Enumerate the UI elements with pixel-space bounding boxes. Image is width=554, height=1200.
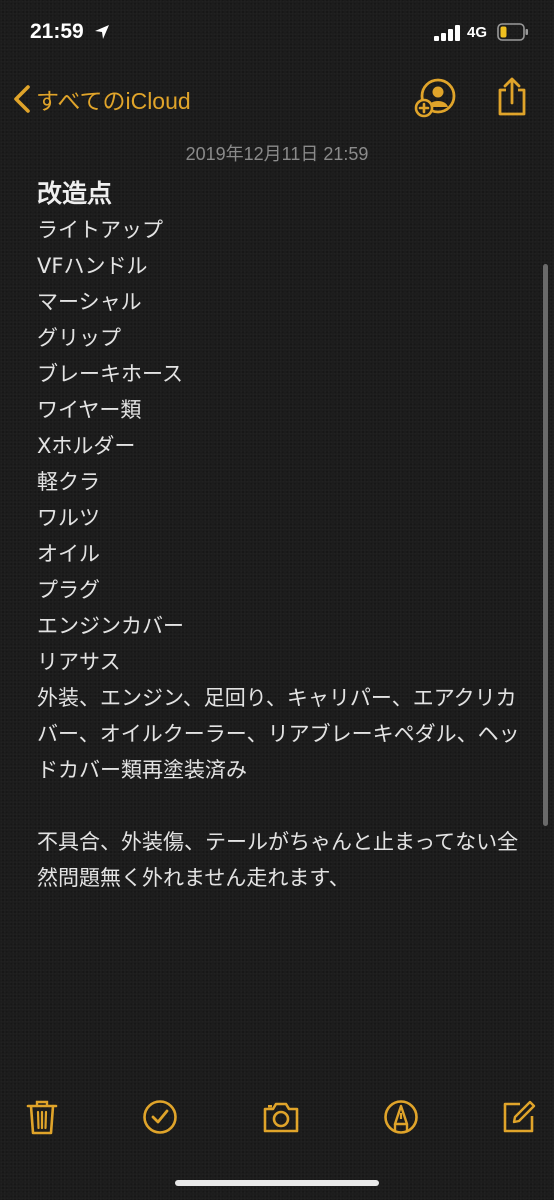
note-line: リアサス [37,650,121,674]
note-list: ライトアップ VFハンドル マーシャル グリップ ブレーキホース ワイヤー類 X… [37,212,527,680]
note-body[interactable]: 改造点 ライトアップ VFハンドル マーシャル グリップ ブレーキホース ワイヤ… [37,176,527,896]
chevron-left-icon [14,85,30,113]
status-time: 21:59 [30,20,84,43]
note-title: 改造点 [37,179,113,208]
back-label: すべてのiCloud [36,88,191,114]
location-arrow-icon [95,25,109,39]
note-line: マーシャル [37,290,142,314]
compose-icon[interactable] [500,1098,538,1136]
home-indicator[interactable] [175,1180,379,1186]
trash-icon[interactable] [23,1098,61,1136]
battery-low-icon [497,23,528,41]
note-line: プラグ [37,578,100,602]
nav-bar: すべてのiCloud [0,70,554,126]
checkmark-circle-icon[interactable] [141,1098,179,1136]
note-line: ワルツ [37,506,100,530]
note-paragraph-repaint: 外装、エンジン、足回り、キャリパー、エアクリカバー、オイルクーラー、リアブレーキ… [37,686,520,782]
cellular-signal-icon [434,25,460,41]
note-line: ライトアップ [37,218,163,242]
note-line: 軽クラ [37,470,100,494]
pen-tip-icon[interactable] [382,1098,420,1136]
note-timestamp: 2019年12月11日 21:59 [185,144,369,164]
note-paragraph-issues: 不具合、外装傷、テールがちゃんと止まってない全然問題無く外れません走れます、 [37,830,519,890]
camera-icon[interactable] [261,1098,301,1136]
note-line: オイル [37,542,100,566]
add-person-icon[interactable] [414,78,458,118]
back-button[interactable]: すべてのiCloud [12,82,191,116]
share-icon[interactable] [496,76,528,118]
status-bar: 21:59 4G [0,0,554,62]
note-line: VFハンドル [37,254,148,278]
scrollbar[interactable] [543,264,548,826]
bottom-toolbar [0,1090,554,1150]
note-line: ブレーキホース [37,362,183,386]
network-type: 4G [467,24,488,41]
note-line: エンジンカバー [37,614,184,638]
note-line: ワイヤー類 [37,398,142,422]
note-line: Xホルダー [37,434,136,458]
note-line: グリップ [37,326,121,350]
